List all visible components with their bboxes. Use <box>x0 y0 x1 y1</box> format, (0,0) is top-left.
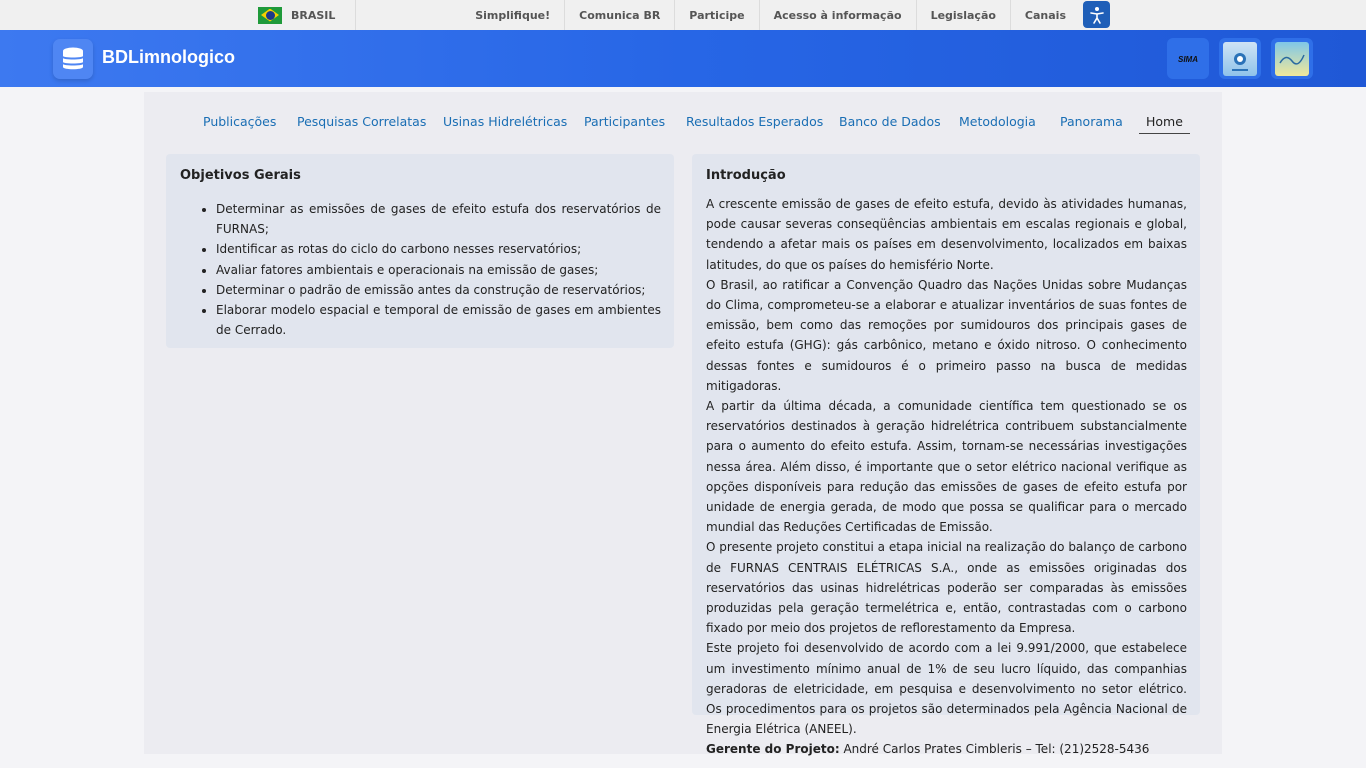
intro-paragraph: A crescente emissão de gases de efeito e… <box>706 197 1187 272</box>
gov-brasil-link[interactable]: BRASIL <box>255 0 356 30</box>
project-manager-value: André Carlos Prates Cimbleris – Tel: (21… <box>839 742 1150 757</box>
gov-links: Simplifique! Comunica BR Participe Acess… <box>461 0 1080 30</box>
gov-link-participe[interactable]: Participe <box>674 0 758 30</box>
nav-panorama[interactable]: Panorama <box>1060 114 1123 129</box>
gov-bar: BRASIL Simplifique! Comunica BR Particip… <box>0 0 1366 30</box>
nav-home[interactable]: Home <box>1139 114 1190 134</box>
svg-text:SIMA: SIMA <box>1178 55 1198 64</box>
partner-logo[interactable] <box>1271 38 1313 79</box>
gov-link-simplifique[interactable]: Simplifique! <box>461 0 564 30</box>
nav-participantes[interactable]: Participantes <box>584 114 665 129</box>
nav-metodologia[interactable]: Metodologia <box>959 114 1036 129</box>
nav-resultados-esperados[interactable]: Resultados Esperados <box>686 114 823 129</box>
introducao-title: Introdução <box>706 168 786 183</box>
main-nav: Publicações Pesquisas Correlatas Usinas … <box>144 114 1222 138</box>
intro-paragraph: A partir da última década, a comunidade … <box>706 399 1187 535</box>
list-item: Determinar o padrão de emissão antes da … <box>216 280 661 300</box>
introducao-card: Introdução A crescente emissão de gases … <box>692 154 1200 756</box>
objetivos-card: Objetivos Gerais Determinar as emissões … <box>166 154 674 348</box>
partner-sima-logo[interactable]: SIMA <box>1167 38 1209 79</box>
app-header: BDLimnologico SIMA <box>0 30 1366 87</box>
list-item: Determinar as emissões de gases de efeit… <box>216 199 661 239</box>
list-item: Identificar as rotas do ciclo do carbono… <box>216 239 661 259</box>
gov-link-acesso-informacao[interactable]: Acesso à informação <box>758 0 916 30</box>
app-title[interactable]: BDLimnologico <box>102 47 235 68</box>
accessibility-icon[interactable] <box>1083 1 1110 28</box>
intro-paragraph: O Brasil, ao ratificar a Convenção Quadr… <box>706 277 1187 393</box>
introducao-body: A crescente emissão de gases de efeito e… <box>706 194 1187 760</box>
nav-usinas-hidreletricas[interactable]: Usinas Hidrelétricas <box>443 114 567 129</box>
gov-country-label: BRASIL <box>291 8 336 22</box>
objetivos-title: Objetivos Gerais <box>180 168 301 183</box>
database-icon[interactable] <box>53 39 93 79</box>
gov-link-comunica-br[interactable]: Comunica BR <box>564 0 674 30</box>
nav-publicacoes[interactable]: Publicações <box>203 114 276 129</box>
project-manager: Gerente do Projeto: André Carlos Prates … <box>706 739 1187 759</box>
brazil-flag-icon <box>258 6 282 24</box>
nav-banco-de-dados[interactable]: Banco de Dados <box>839 114 941 129</box>
objetivos-list: Determinar as emissões de gases de efeit… <box>216 199 661 340</box>
partner-furnas-logo[interactable] <box>1219 38 1261 79</box>
list-item: Avaliar fatores ambientais e operacionai… <box>216 260 661 280</box>
list-item: Elaborar modelo espacial e temporal de e… <box>216 300 661 340</box>
nav-pesquisas-correlatas[interactable]: Pesquisas Correlatas <box>297 114 426 129</box>
intro-paragraph: Este projeto foi desenvolvido de acordo … <box>706 641 1187 737</box>
gov-link-canais[interactable]: Canais <box>1009 0 1080 30</box>
intro-paragraph: O presente projeto constitui a etapa ini… <box>706 540 1187 636</box>
gov-link-legislacao[interactable]: Legislação <box>915 0 1010 30</box>
project-manager-label: Gerente do Projeto: <box>706 742 840 757</box>
main-content: Publicações Pesquisas Correlatas Usinas … <box>144 92 1222 756</box>
